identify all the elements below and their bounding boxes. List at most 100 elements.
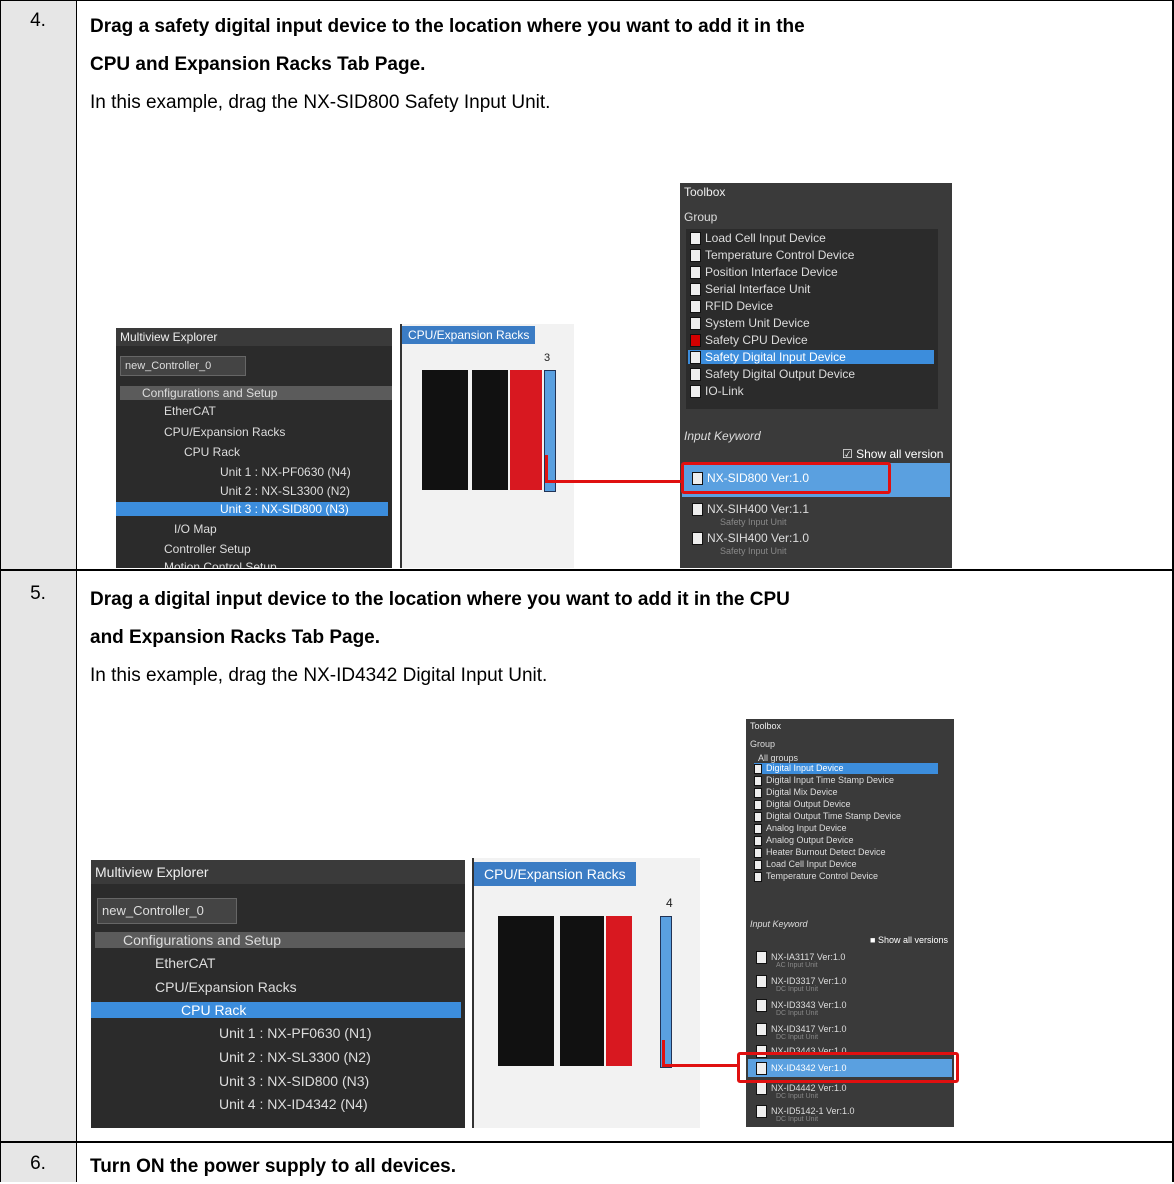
rack-editor-pane: CPU/Expansion Racks 3 [400,324,574,568]
device-desc: Safety Input Unit [720,517,787,527]
keyword-label: Input Keyword [684,429,761,443]
step-4-body: In this example, drag the NX-SID800 Safe… [90,92,551,113]
step-5-body: In this example, drag the NX-ID4342 Digi… [90,665,548,686]
device-desc: DC Input Unit [776,986,819,993]
controller-select[interactable]: new_Controller_0 [97,898,237,924]
device-icon [756,1105,767,1118]
step-number-6: 6. [30,1153,46,1174]
explorer-title: Multiview Explorer [91,860,465,884]
tree-item[interactable]: Unit 1 : NX-PF0630 (N4) [220,465,351,479]
group-item[interactable]: Digital Mix Device [754,787,838,798]
group-item[interactable]: Heater Burnout Detect Device [754,847,886,858]
table-border-top [0,0,1174,1]
device-icon [690,232,701,246]
group-item[interactable]: Load Cell Input Device [754,859,857,870]
controller-select[interactable]: new_Controller_0 [120,356,246,376]
group-item[interactable]: All groups [758,753,798,763]
group-item-selected[interactable]: Digital Input Device [754,763,938,774]
safety-device-icon [690,334,701,348]
tab-cpu-expansion-racks[interactable]: CPU/Expansion Racks [402,326,536,344]
device-icon [754,763,762,774]
device-icon [690,283,701,297]
tree-item[interactable]: Configurations and Setup [120,386,392,400]
group-item[interactable]: Analog Input Device [754,823,847,834]
device-icon [754,775,762,786]
tree-item[interactable]: Controller Setup [164,542,251,556]
tree-item[interactable]: Unit 4 : NX-ID4342 (N4) [219,1096,368,1112]
group-item[interactable]: Digital Output Device [754,799,851,810]
tree-item[interactable]: EtherCAT [164,404,216,418]
group-item[interactable]: Temperature Control Device [754,871,878,882]
group-item[interactable]: Safety CPU Device [690,333,808,348]
group-item[interactable]: Temperature Control Device [690,248,854,263]
device-icon [756,975,767,988]
device-icon [690,385,701,399]
tree-item[interactable]: Configurations and Setup [95,932,465,948]
device-item[interactable]: NX-SIH400 Ver:1.0 [692,531,809,546]
tree-item[interactable]: EtherCAT [155,955,215,971]
group-item[interactable]: Digital Input Time Stamp Device [754,775,894,786]
controller-select-value: new_Controller_0 [102,903,204,918]
rack-editor-pane: CPU/Expansion Racks 4 [472,858,700,1128]
group-item-selected[interactable]: Safety Digital Input Device [688,350,934,365]
tree-item-selected[interactable]: Unit 3 : NX-SID800 (N3) [116,502,388,516]
table-border-left [0,0,1,1182]
device-desc: AC Input Unit [776,962,818,969]
multiview-explorer-panel: Multiview Explorer new_Controller_0 Conf… [116,328,392,568]
device-icon [754,787,762,798]
tree-item[interactable]: Unit 2 : NX-SL3300 (N2) [220,484,350,498]
show-all-checkbox[interactable]: ■ Show all versions [870,935,948,945]
device-icon [756,1023,767,1036]
table-border-mid [76,0,77,1182]
device-icon [690,317,701,331]
step-4-heading-line2: CPU and Expansion Racks Tab Page. [90,54,426,75]
tree-item[interactable]: CPU Rack [184,445,240,459]
device-icon [690,266,701,280]
rack-unit [472,370,508,490]
group-item[interactable]: Digital Output Time Stamp Device [754,811,901,822]
device-icon [692,532,703,546]
device-icon [754,871,762,882]
tree-item[interactable]: I/O Map [174,522,217,536]
toolbox-title: Toolbox [680,183,952,201]
drag-arrow [662,1064,738,1067]
device-icon [756,1082,767,1095]
device-desc: DC Input Unit [776,1010,819,1017]
tree-item[interactable]: Motion Control Setup [164,560,277,568]
step-number-4: 4. [30,10,46,31]
tree-item[interactable]: Unit 1 : NX-PF0630 (N1) [219,1025,372,1041]
group-item[interactable]: IO-Link [690,384,744,399]
drag-arrow [545,480,681,483]
tree-item[interactable]: Unit 3 : NX-SID800 (N3) [219,1073,369,1089]
device-desc: DC Input Unit [776,1093,819,1100]
tab-cpu-expansion-racks[interactable]: CPU/Expansion Racks [474,862,636,886]
device-desc: DC Input Unit [776,1116,819,1123]
device-icon [690,249,701,263]
group-item[interactable]: Analog Output Device [754,835,854,846]
table-border [0,1141,1174,1143]
drag-arrow [545,455,548,483]
device-icon [692,503,703,517]
cpu-unit [422,370,468,490]
tree-item[interactable]: CPU/Expansion Racks [164,425,285,439]
tree-item[interactable]: Unit 2 : NX-SL3300 (N2) [219,1049,371,1065]
group-item[interactable]: Position Interface Device [690,265,838,280]
group-item[interactable]: Safety Digital Output Device [690,367,855,382]
step-6-heading: Turn ON the power supply to all devices. [90,1156,456,1177]
slot-number: 4 [666,896,673,910]
tree-item-selected[interactable]: CPU Rack [91,1002,461,1018]
device-item[interactable]: NX-SIH400 Ver:1.1 [692,502,809,517]
group-label: Group [750,739,776,749]
device-desc: DC Input Unit [776,1034,819,1041]
toolbox-title: Toolbox [746,719,954,733]
device-icon [754,835,762,846]
group-item[interactable]: RFID Device [690,299,773,314]
group-item[interactable]: System Unit Device [690,316,810,331]
group-item[interactable]: Serial Interface Unit [690,282,810,297]
tree-item[interactable]: CPU/Expansion Racks [155,979,297,995]
rack-unit [560,916,604,1066]
multiview-explorer-panel: Multiview Explorer new_Controller_0 Conf… [91,860,465,1128]
group-item[interactable]: Load Cell Input Device [690,231,826,246]
show-all-checkbox[interactable]: ☑ Show all version [842,447,943,461]
device-icon [754,823,762,834]
